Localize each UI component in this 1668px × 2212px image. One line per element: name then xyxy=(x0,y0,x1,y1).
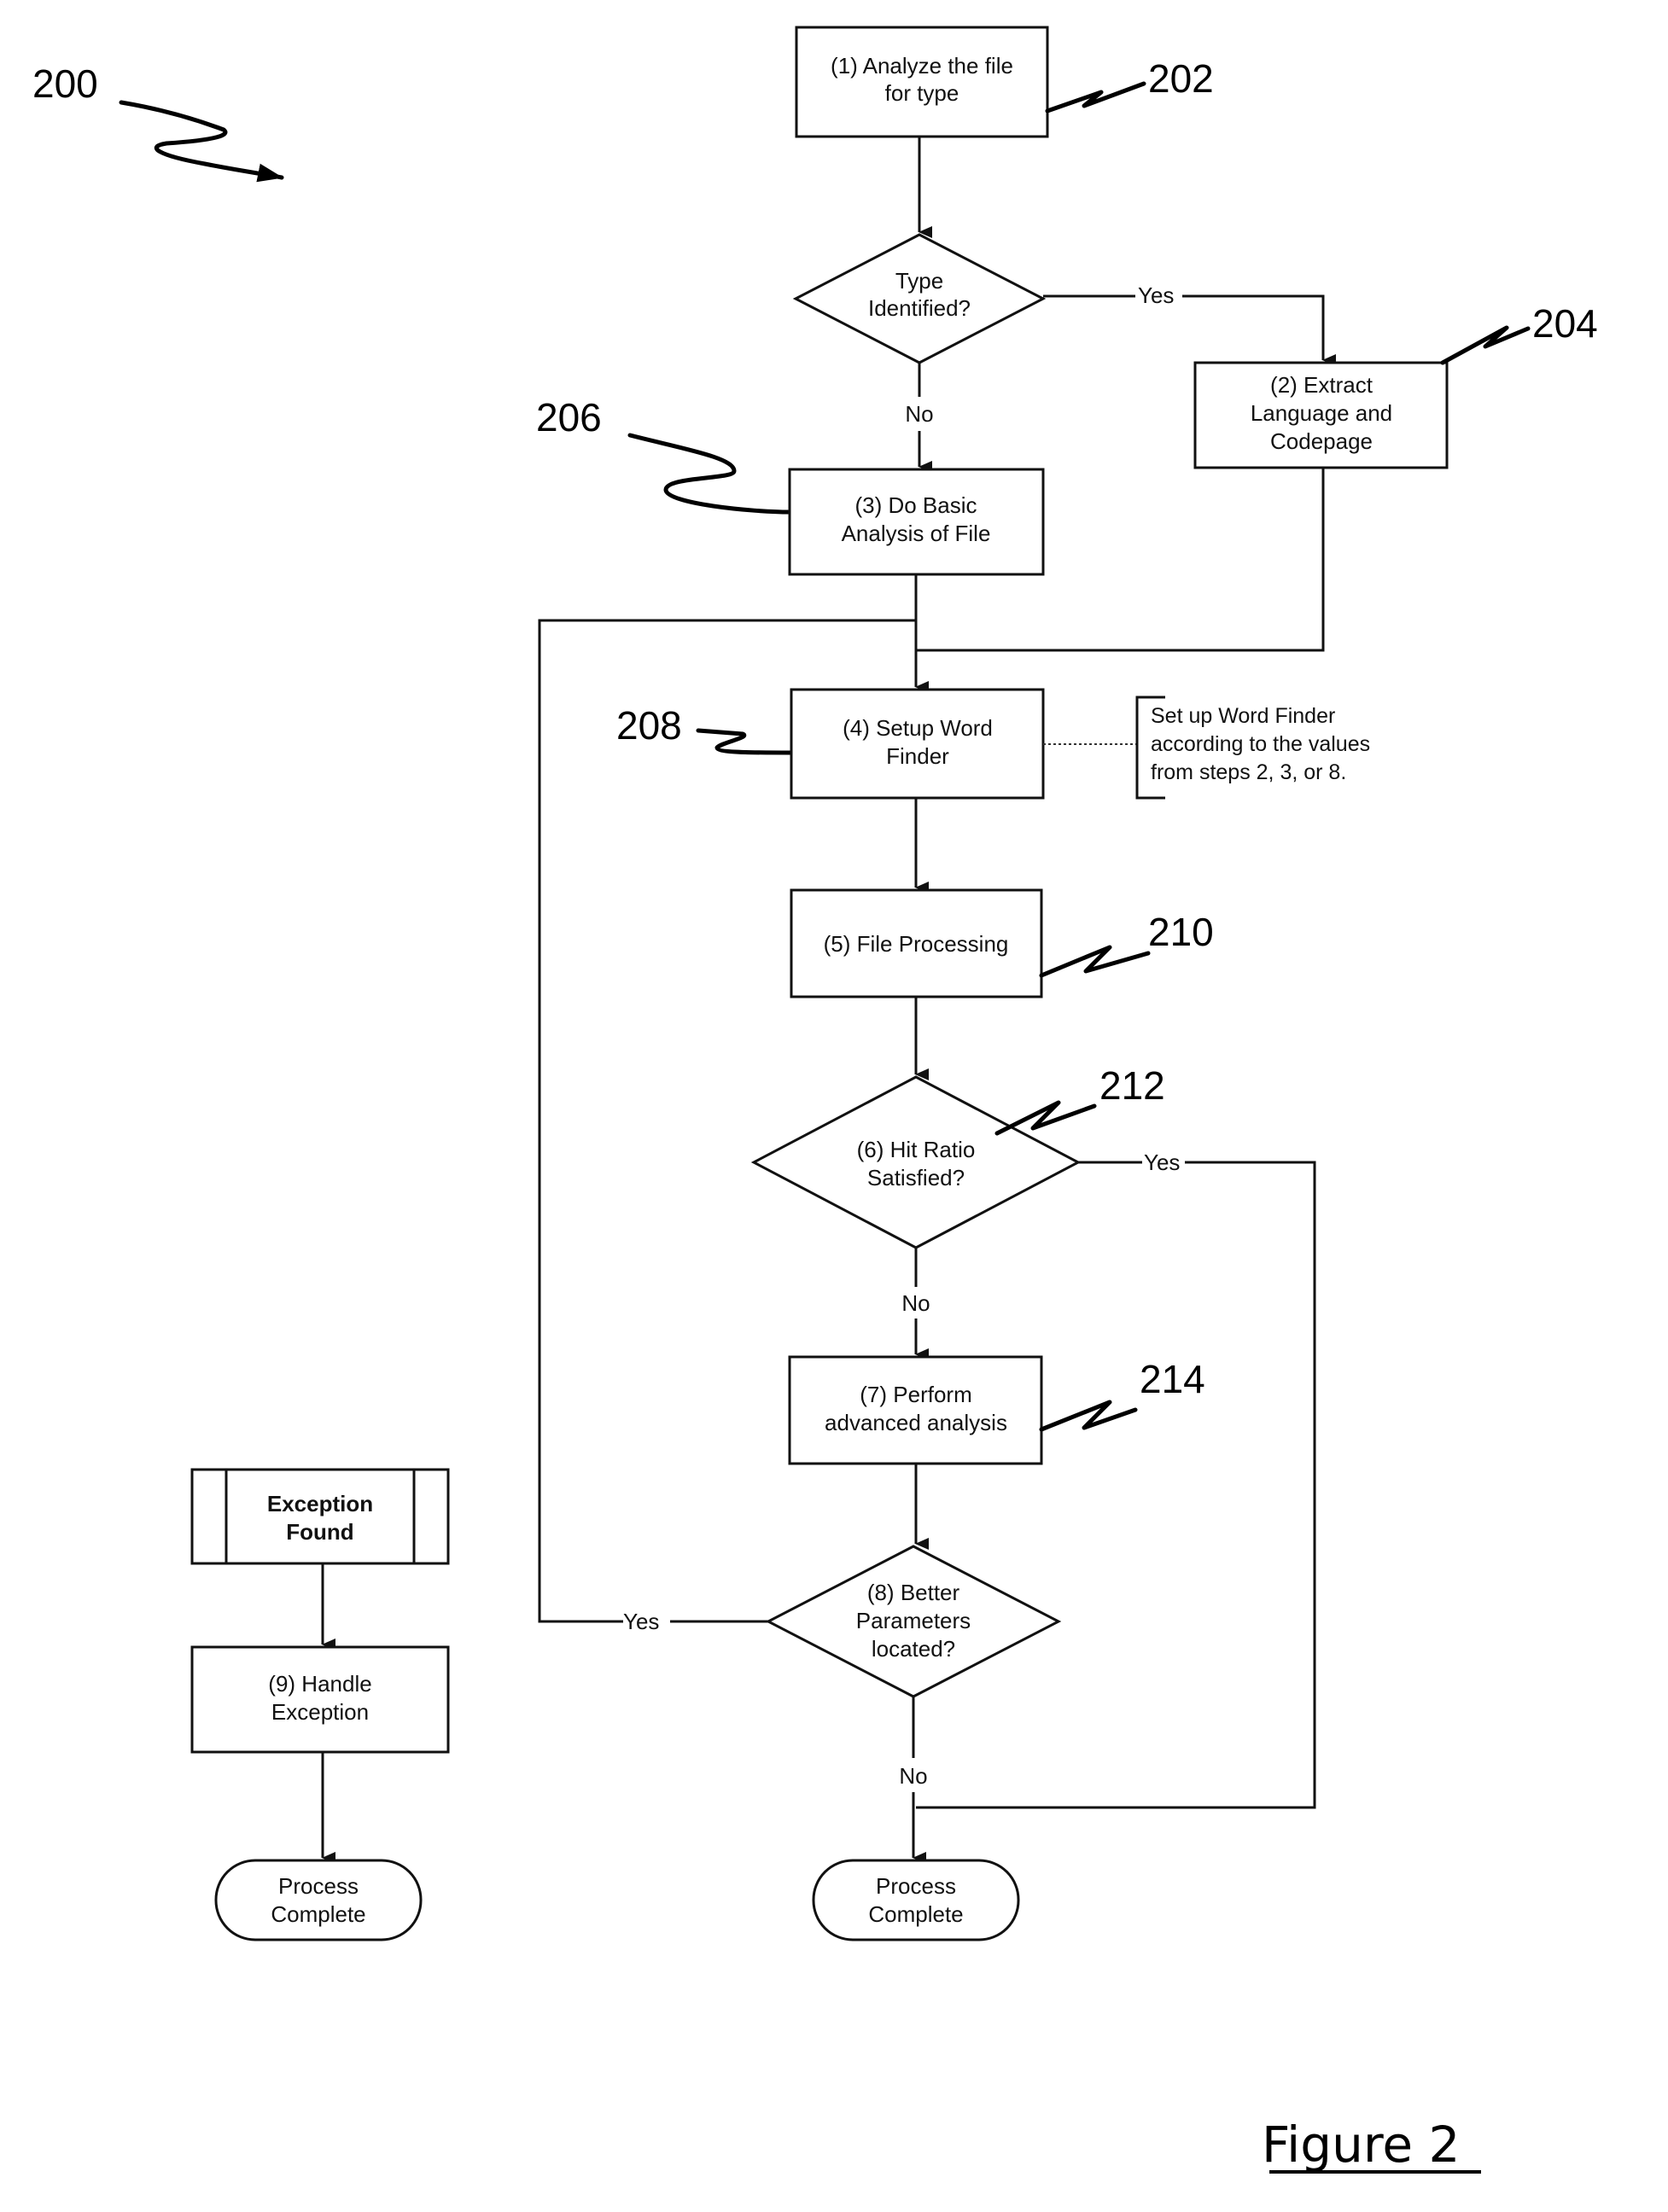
step2-node: (2) Extract Language and Codepage xyxy=(1193,361,1449,469)
step4-ref-label: 208 xyxy=(616,703,682,748)
exception-predefined-process-box xyxy=(190,1468,450,1565)
edge-type-yes-label: Yes xyxy=(1138,282,1174,308)
step5-label-line1: (5) File Processing xyxy=(824,931,1009,957)
step3-node: (3) Do Basic Analysis of File xyxy=(788,468,1045,576)
decision-type-label-line2: Identified? xyxy=(868,295,971,321)
end-main-label-line2: Complete xyxy=(868,1901,963,1927)
step2-ref-label: 204 xyxy=(1532,301,1598,346)
step5-ref-squiggle xyxy=(1039,945,1151,978)
step1-label-line2: for type xyxy=(885,80,959,106)
step1-ref-label: 202 xyxy=(1148,56,1214,101)
edge-hit-yes-seg2 xyxy=(916,1161,1316,1809)
step2-ref-squiggle xyxy=(1440,325,1531,365)
end-main-oval xyxy=(812,1859,1020,1941)
flowchart-canvas: 200 (1) Analyze the file for type 202 Ty… xyxy=(32,26,1598,2174)
decision-type-identified-node: Type Identified? xyxy=(792,233,1047,364)
step2-label-line1: (2) Extract xyxy=(1270,372,1373,398)
step4-note-line3: from steps 2, 3, or 8. xyxy=(1151,760,1346,784)
step8-decision-node: (8) Better Parameters located? xyxy=(765,1545,1062,1698)
step4-annotation-note: Set up Word Finder according to the valu… xyxy=(1135,696,1370,800)
end-main-terminal: Process Complete xyxy=(812,1859,1020,1941)
step1-ref-squiggle xyxy=(1045,81,1146,114)
step1-label-line1: (1) Analyze the file xyxy=(831,53,1013,79)
decision-type-label-line1: Type xyxy=(895,268,943,294)
step9-label-line1: (9) Handle xyxy=(268,1671,371,1697)
step7-node: (7) Perform advanced analysis xyxy=(788,1355,1043,1465)
end-exception-label-line1: Process xyxy=(278,1873,359,1899)
figure-reference-squiggle-arrow xyxy=(119,100,284,183)
step3-label-line2: Analysis of File xyxy=(842,521,991,546)
edge-type-no-label: No xyxy=(905,401,933,427)
step1-node: (1) Analyze the file for type xyxy=(795,26,1049,138)
end-exception-label-line2: Complete xyxy=(271,1901,365,1927)
figure-caption: Figure 2 xyxy=(1262,2116,1460,2174)
step4-label-line2: Finder xyxy=(886,743,949,769)
step8-label-line1: (8) Better xyxy=(867,1580,960,1605)
end-main-label-line1: Process xyxy=(876,1873,956,1899)
exception-label-line2: Found xyxy=(286,1519,353,1545)
step3-label-line1: (3) Do Basic xyxy=(854,492,977,518)
step3-ref-squiggle xyxy=(627,433,792,515)
step9-label-line2: Exception xyxy=(271,1699,369,1725)
step8-label-line2: Parameters xyxy=(856,1608,971,1633)
exception-label-line1: Exception xyxy=(267,1491,373,1516)
edge-better-no-label: No xyxy=(899,1763,927,1789)
edge-hit-yes-label: Yes xyxy=(1144,1150,1180,1175)
step4-node: (4) Setup Word Finder xyxy=(790,688,1045,800)
edge-type-yes-seg2 xyxy=(1182,294,1336,366)
step7-ref-label: 214 xyxy=(1140,1357,1205,1401)
end-exception-terminal: Process Complete xyxy=(214,1859,423,1941)
step6-label-line1: (6) Hit Ratio xyxy=(857,1137,976,1162)
step2-label-line3: Codepage xyxy=(1270,428,1373,454)
step4-note-line1: Set up Word Finder xyxy=(1151,704,1335,728)
edge-better-yes-label: Yes xyxy=(623,1609,659,1634)
step2-label-line2: Language and xyxy=(1251,400,1392,426)
step9-node: (9) Handle Exception xyxy=(190,1645,450,1754)
step5-ref-label: 210 xyxy=(1148,910,1214,954)
step7-label-line2: advanced analysis xyxy=(825,1410,1007,1435)
end-exception-oval xyxy=(214,1859,423,1941)
step4-note-line2: according to the values xyxy=(1151,732,1370,756)
step8-label-line3: located? xyxy=(872,1636,955,1662)
step7-label-line1: (7) Perform xyxy=(860,1382,971,1407)
step4-ref-squiggle xyxy=(696,728,794,755)
step4-label-line1: (4) Setup Word xyxy=(843,715,993,741)
step5-node: (5) File Processing xyxy=(790,888,1043,998)
step3-ref-label: 206 xyxy=(536,395,602,439)
step6-ref-label: 212 xyxy=(1099,1063,1165,1108)
step7-ref-squiggle xyxy=(1039,1400,1138,1432)
edge-hit-no-label: No xyxy=(901,1290,930,1316)
step6-diamond xyxy=(750,1075,1082,1249)
figure-reference-label: 200 xyxy=(32,61,98,106)
step6-label-line2: Satisfied? xyxy=(867,1165,965,1190)
step6-decision-node: (6) Hit Ratio Satisfied? xyxy=(750,1075,1082,1249)
exception-found-node: Exception Found xyxy=(190,1468,450,1565)
